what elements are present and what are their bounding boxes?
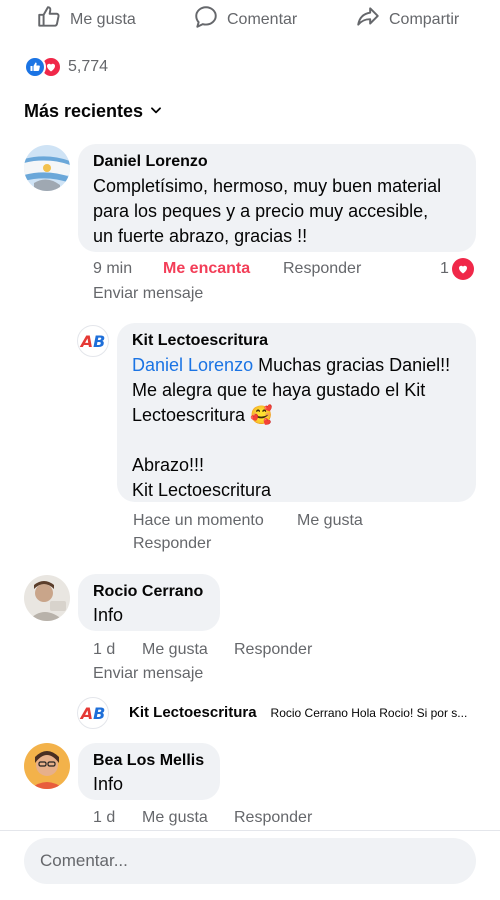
mention-link[interactable]: Daniel Lorenzo (132, 355, 253, 375)
comment-bubble: Rocio Cerrano Info (78, 574, 220, 631)
comment-author[interactable]: Bea Los Mellis (93, 752, 205, 770)
share-arrow-icon (355, 4, 381, 35)
comment-composer[interactable] (24, 838, 476, 884)
reply-button[interactable]: Responder (283, 260, 361, 278)
comment-bubble-icon (193, 4, 219, 35)
comment-time[interactable]: 1 d (93, 809, 115, 827)
comment-bubble: Bea Los Mellis Info (78, 743, 220, 800)
comment-button-label: Comentar (227, 10, 298, 28)
like-reaction-icon (24, 56, 46, 78)
comment-author[interactable]: Daniel Lorenzo (93, 153, 461, 171)
reply-bubble: Kit Lectoescritura Daniel Lorenzo Muchas… (117, 323, 476, 502)
like-button[interactable]: Me gusta (36, 4, 136, 35)
avatar[interactable] (24, 575, 70, 621)
reply-button[interactable]: Responder (234, 641, 312, 659)
share-button[interactable]: Compartir (355, 4, 459, 35)
reply-author[interactable]: Kit Lectoescritura (132, 332, 461, 350)
comment-text: Info (93, 605, 124, 625)
post-actions-bar: Me gusta Comentar Compartir (0, 0, 500, 40)
share-button-label: Compartir (389, 10, 460, 28)
reply-reply-button[interactable]: Responder (133, 535, 211, 553)
page-logo-avatar[interactable]: AB (77, 325, 109, 357)
comment-author[interactable]: Rocio Cerrano (93, 583, 205, 601)
comment-input[interactable] (40, 851, 476, 871)
send-message-button[interactable]: Enviar mensaje (93, 285, 203, 303)
comment-button[interactable]: Comentar (193, 4, 297, 35)
reactions-count: 5,774 (68, 58, 109, 75)
reply-preview-author: Kit Lectoescritura (129, 704, 257, 721)
reply-preview-text: Rocio Cerrano Hola Rocio! Si por s... (270, 706, 468, 720)
reaction-label[interactable]: Me encanta (163, 260, 250, 278)
send-message-button[interactable]: Enviar mensaje (93, 665, 203, 683)
avatar[interactable] (24, 145, 70, 191)
comment-time[interactable]: 9 min (93, 260, 132, 278)
comment-text: Info (93, 774, 124, 794)
comment-text: Completísimo, hermoso, muy buen material… (93, 176, 442, 246)
avatar[interactable] (24, 743, 70, 789)
comment-reaction-count[interactable]: 1 (440, 258, 474, 280)
comment-time[interactable]: 1 d (93, 641, 115, 659)
page-logo-avatar[interactable]: AB (77, 697, 109, 729)
reply-text: Daniel Lorenzo Muchas gracias Daniel!! M… (132, 355, 451, 500)
like-button-label: Me gusta (70, 10, 136, 28)
comment-sort-dropdown[interactable]: Más recientes (24, 101, 163, 122)
like-comment-button[interactable]: Me gusta (142, 641, 208, 659)
reply-preview[interactable]: Kit Lectoescritura Rocio Cerrano Hola Ro… (129, 704, 467, 721)
reply-time[interactable]: Hace un momento (133, 512, 264, 530)
composer-divider (0, 830, 500, 831)
chevron-down-icon (149, 101, 163, 122)
reactions-summary[interactable]: 5,774 (24, 56, 108, 78)
like-comment-button[interactable]: Me gusta (142, 809, 208, 827)
reply-button[interactable]: Responder (234, 809, 312, 827)
reply-like-button[interactable]: Me gusta (297, 512, 363, 530)
sort-label: Más recientes (24, 101, 144, 121)
thumbs-up-icon (36, 4, 62, 35)
love-reaction-icon (451, 258, 474, 280)
comment-bubble: Daniel Lorenzo Completísimo, hermoso, mu… (78, 144, 476, 252)
